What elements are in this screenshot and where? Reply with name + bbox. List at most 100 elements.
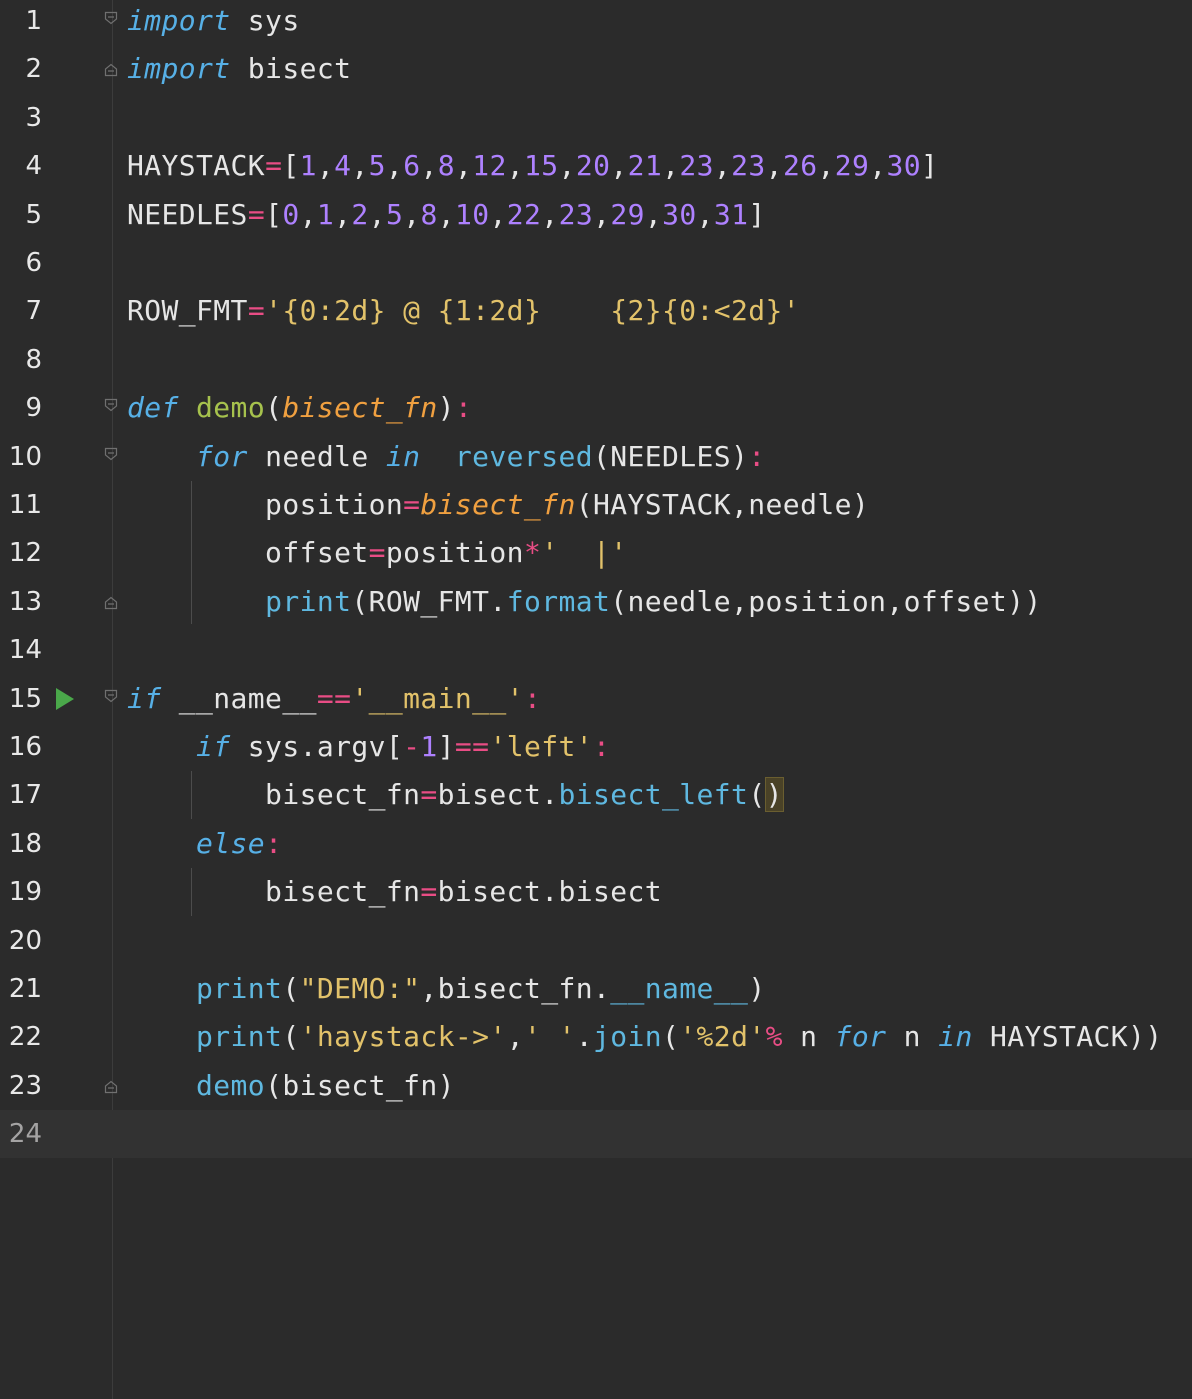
code-line[interactable]: 4 HAYSTACK=[1,4,5,6,8,12,15,20,21,23,23,2… <box>0 142 1192 190</box>
token-op: % <box>765 1020 783 1054</box>
token-bi: reversed <box>454 439 593 473</box>
code-line[interactable]: 18 else: <box>0 820 1192 868</box>
code-line[interactable]: 17 bisect_fn=bisect.bisect_left() <box>0 771 1192 819</box>
token-num: 22 <box>506 197 542 231</box>
token-id: , <box>662 149 680 183</box>
token-num: 20 <box>575 149 611 183</box>
token-op: : <box>265 826 283 860</box>
token-op: : <box>454 391 473 425</box>
code-line[interactable]: 16 if sys.argv[-1]=='left': <box>0 723 1192 771</box>
code-line[interactable]: 1 import sys <box>0 0 1192 45</box>
token-id <box>127 730 196 763</box>
code-line[interactable]: 23 demo(bisect_fn) <box>0 1062 1192 1110</box>
token-num: 23 <box>558 197 594 231</box>
token-kw: for <box>834 1020 887 1054</box>
code-text[interactable]: for needle in reversed(NEEDLES): <box>127 433 766 481</box>
token-num: 2 <box>351 197 369 231</box>
token-str: '__main__' <box>351 681 524 715</box>
code-line[interactable]: 15 if __name__=='__main__': <box>0 675 1192 723</box>
token-id: bisect.bisect <box>437 875 663 909</box>
code-text[interactable]: bisect_fn=bisect.bisect_left() <box>127 771 784 819</box>
code-text[interactable]: position=bisect_fn(HAYSTACK,needle) <box>127 481 869 529</box>
token-op: = <box>420 778 438 812</box>
token-id: ( <box>748 778 766 812</box>
token-id: , <box>696 197 714 231</box>
token-num: 1 <box>299 149 317 183</box>
token-num: 30 <box>886 149 922 183</box>
token-id: , <box>869 149 887 183</box>
code-line[interactable]: 20 <box>0 917 1192 965</box>
token-num: 30 <box>662 197 697 231</box>
line-number: 21 <box>8 974 42 1004</box>
code-text[interactable]: bisect_fn=bisect.bisect <box>127 868 662 916</box>
code-text[interactable]: ROW_FMT='{0:2d} @ {1:2d} {2}{0:<2d}' <box>127 287 800 335</box>
token-kw: in <box>938 1020 973 1054</box>
code-text[interactable]: print('haystack->',' '.join('%2d'% n for… <box>127 1013 1163 1061</box>
code-line[interactable]: 19 bisect_fn=bisect.bisect <box>0 868 1192 916</box>
code-line[interactable]: 13 print(ROW_FMT.format(needle,position,… <box>0 578 1192 626</box>
token-kw: else <box>196 826 266 860</box>
code-line[interactable]: 14 <box>0 626 1192 674</box>
line-number: 14 <box>8 635 42 666</box>
token-id: ) <box>748 972 766 1005</box>
code-line[interactable]: 2 import bisect <box>0 45 1192 93</box>
code-line[interactable]: 22 print('haystack->',' '.join('%2d'% n … <box>0 1013 1192 1061</box>
code-text[interactable]: HAYSTACK=[1,4,5,6,8,12,15,20,21,23,23,26… <box>127 142 938 190</box>
fold-collapse-icon[interactable] <box>104 447 118 461</box>
token-id: HAYSTACK <box>127 149 266 183</box>
token-num: 10 <box>455 197 490 231</box>
token-param: bisect_fn <box>420 488 576 521</box>
code-line[interactable]: 3 <box>0 94 1192 142</box>
token-id <box>179 391 196 424</box>
code-text[interactable]: def demo(bisect_fn): <box>127 384 472 432</box>
token-kw: def <box>127 391 179 425</box>
code-text[interactable]: offset=position*' |' <box>127 529 628 577</box>
token-id: , <box>351 149 369 183</box>
token-id: ] <box>437 730 455 763</box>
code-text[interactable]: print(ROW_FMT.format(needle,position,off… <box>127 578 1042 626</box>
line-number: 12 <box>8 538 42 569</box>
code-line[interactable]: 8 <box>0 336 1192 384</box>
code-text[interactable]: demo(bisect_fn) <box>127 1062 455 1110</box>
code-line[interactable]: 12 offset=position*' |' <box>0 529 1192 577</box>
token-kw: if <box>196 730 231 763</box>
code-text[interactable]: NEEDLES=[0,1,2,5,8,10,22,23,29,30,31] <box>127 191 766 239</box>
code-line[interactable]: 11 position=bisect_fn(HAYSTACK,needle) <box>0 481 1192 529</box>
code-text[interactable]: import bisect <box>127 45 351 93</box>
code-editor[interactable]: 1 import sys 2 import bisect 3 4 HAYSTACK=[1,4… <box>0 0 1192 1399</box>
token-bi: print <box>196 972 283 1005</box>
code-line[interactable]: 10 for needle in reversed(NEEDLES): <box>0 433 1192 481</box>
token-bi: print <box>196 1020 283 1054</box>
fold-end-icon[interactable] <box>104 596 118 610</box>
token-num: 0 <box>282 197 300 231</box>
line-number: 18 <box>8 828 42 859</box>
fold-end-icon[interactable] <box>104 1080 118 1094</box>
token-id: ) <box>437 391 455 425</box>
token-num: 6 <box>403 149 421 183</box>
fold-end-icon[interactable] <box>104 63 118 77</box>
code-text[interactable]: else: <box>127 820 282 868</box>
fold-collapse-icon[interactable] <box>104 398 118 412</box>
code-text[interactable]: import sys <box>127 0 300 45</box>
token-kw: import <box>127 52 231 86</box>
code-line[interactable]: 6 <box>0 239 1192 287</box>
token-id: bisect_fn <box>127 778 421 812</box>
fold-collapse-icon[interactable] <box>104 11 118 25</box>
line-number: 23 <box>8 1070 42 1101</box>
code-line[interactable]: 24 <box>0 1110 1192 1159</box>
code-text[interactable]: if __name__=='__main__': <box>127 675 541 723</box>
code-text[interactable]: print("DEMO:",bisect_fn.__name__) <box>127 965 766 1013</box>
token-id: , <box>454 149 473 183</box>
token-id: , <box>437 197 455 231</box>
run-icon[interactable] <box>56 687 74 710</box>
line-number: 16 <box>8 732 42 762</box>
token-op: = <box>368 536 386 570</box>
code-line[interactable]: 9 def demo(bisect_fn): <box>0 384 1192 432</box>
code-line[interactable]: 5 NEEDLES=[0,1,2,5,8,10,22,23,29,30,31] <box>0 191 1192 239</box>
code-text[interactable]: if sys.argv[-1]=='left': <box>127 723 610 771</box>
token-id: sys <box>230 4 300 37</box>
token-num: 23 <box>731 149 766 183</box>
fold-collapse-icon[interactable] <box>104 689 118 703</box>
code-line[interactable]: 7 ROW_FMT='{0:2d} @ {1:2d} {2}{0:<2d}' <box>0 287 1192 335</box>
code-line[interactable]: 21 print("DEMO:",bisect_fn.__name__) <box>0 965 1192 1013</box>
